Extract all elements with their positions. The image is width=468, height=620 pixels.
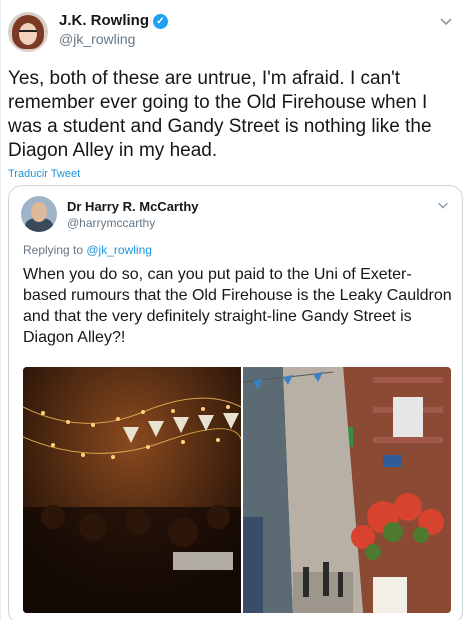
tweet-card: J.K. Rowling ✓ @jk_rowling Yes, both of t… <box>0 0 468 620</box>
quoted-author-handle[interactable]: @harrymccarthy <box>67 216 155 230</box>
verified-badge-icon: ✓ <box>153 14 168 29</box>
quoted-avatar[interactable] <box>21 196 57 232</box>
chevron-down-icon[interactable] <box>438 13 454 29</box>
quoted-author-name[interactable]: Dr Harry R. McCarthy <box>67 199 199 214</box>
pub-interior-photo[interactable] <box>23 367 241 613</box>
quoted-tweet[interactable]: Dr Harry R. McCarthy @harrymccarthy Repl… <box>8 185 463 620</box>
replying-to-handle[interactable]: @jk_rowling <box>86 243 152 257</box>
translate-tweet-link[interactable]: Traducir Tweet <box>8 168 80 180</box>
tweet-text: Yes, both of these are untrue, I'm afrai… <box>8 68 432 161</box>
avatar[interactable] <box>8 12 48 52</box>
narrow-street-photo[interactable] <box>243 367 451 613</box>
author-name-text[interactable]: J.K. Rowling <box>59 12 149 29</box>
replying-to: Replying to @jk_rowling <box>23 243 152 257</box>
quoted-tweet-text: When you do so, can you put paid to the … <box>23 266 452 346</box>
author-handle[interactable]: @jk_rowling <box>59 31 135 47</box>
replying-to-label: Replying to <box>23 243 87 257</box>
author-name[interactable]: J.K. Rowling ✓ <box>59 12 168 29</box>
quoted-chevron-down-icon[interactable] <box>436 198 450 212</box>
